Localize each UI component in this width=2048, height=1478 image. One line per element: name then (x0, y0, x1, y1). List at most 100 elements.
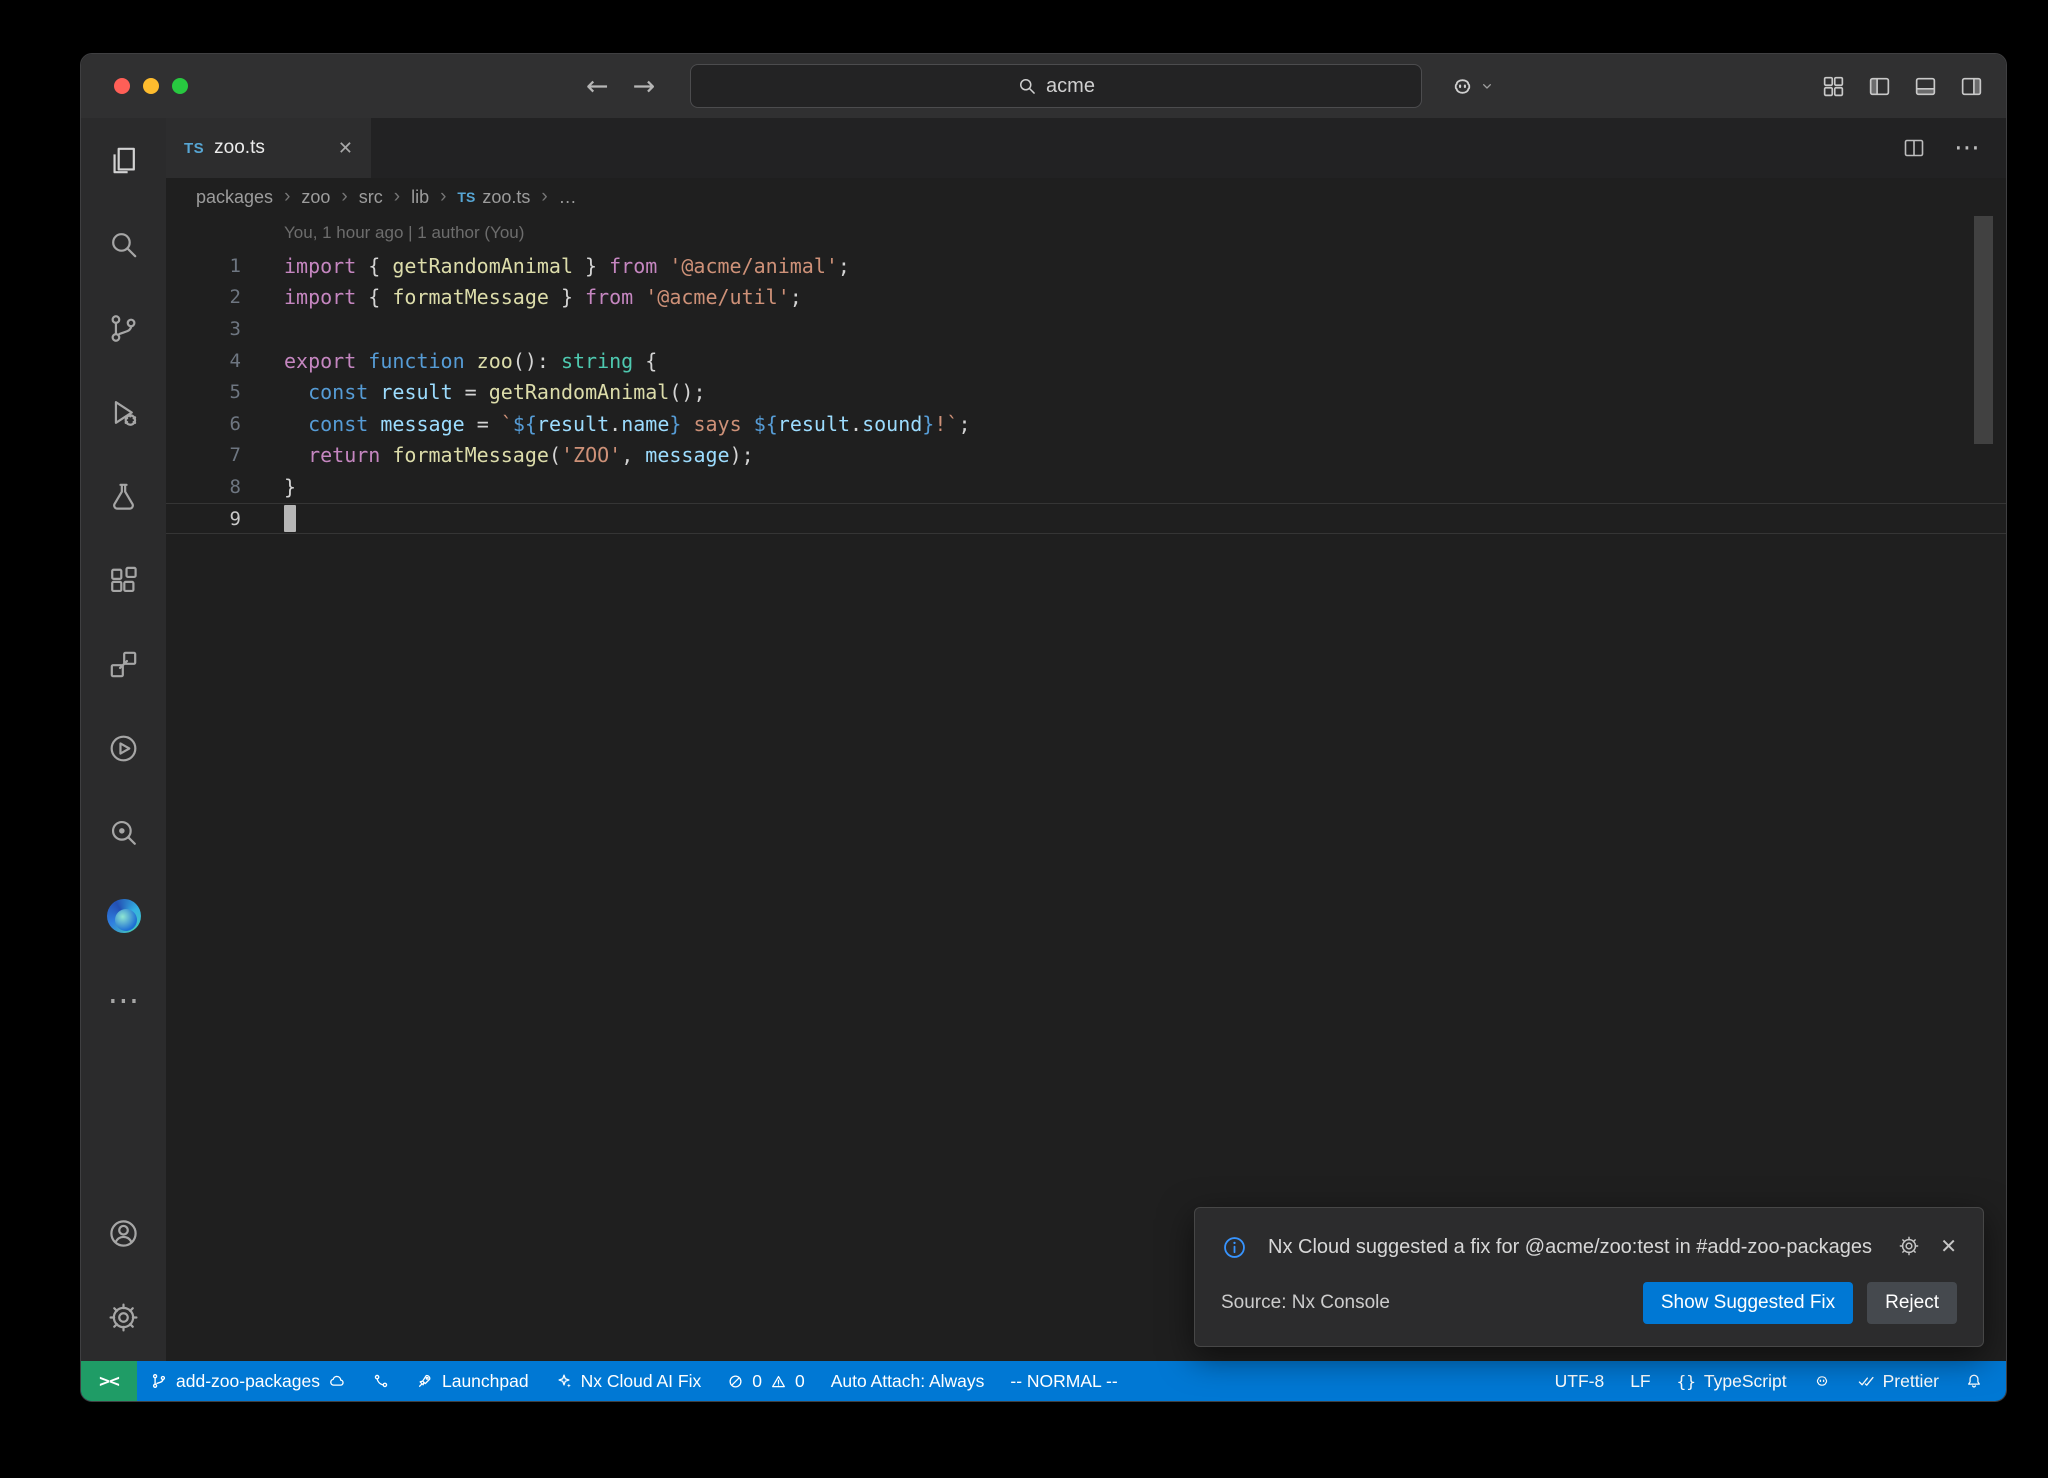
editor-scrollbar[interactable] (1974, 216, 1993, 444)
cloud-sync-icon (328, 1372, 346, 1390)
debug-icon (107, 396, 140, 429)
explorer-view-button[interactable] (81, 118, 166, 202)
forward-button[interactable]: → (633, 71, 656, 102)
breadcrumb-item-4[interactable]: TSzoo.ts (457, 187, 530, 208)
source-control-view-button[interactable] (81, 286, 166, 370)
breadcrumb-item-3[interactable]: lib (411, 187, 429, 208)
run-debug-view-button[interactable] (81, 370, 166, 454)
code-line-9[interactable]: 9 (166, 503, 2006, 535)
search-view-button[interactable] (81, 202, 166, 286)
auto-attach-status-item[interactable]: Auto Attach: Always (818, 1361, 998, 1401)
prettier-status-item[interactable]: Prettier (1844, 1361, 1952, 1401)
code-text: import { getRandomAnimal } from '@acme/a… (284, 254, 850, 278)
toggle-panel-icon[interactable] (1913, 74, 1938, 99)
back-button[interactable]: ← (586, 71, 609, 102)
editor-actions: ⋯ (1902, 118, 2006, 178)
notification-close-icon[interactable]: ✕ (1940, 1234, 1957, 1258)
code-line-5[interactable]: 5 const result = getRandomAnimal(); (166, 376, 2006, 408)
manage-button[interactable] (81, 1275, 166, 1359)
status-bar: >< add-zoo-packages Launchpad Nx Cloud A… (81, 1361, 2006, 1401)
info-icon (1221, 1234, 1248, 1261)
inspect-view-button[interactable] (81, 790, 166, 874)
code-line-4[interactable]: 4 export function zoo(): string { (166, 345, 2006, 377)
code-line-7[interactable]: 7 return formatMessage('ZOO', message); (166, 440, 2006, 472)
code-text: return formatMessage('ZOO', message); (284, 443, 754, 467)
line-number: 5 (166, 381, 241, 403)
copilot-icon (1813, 1372, 1831, 1390)
double-check-icon (1857, 1372, 1875, 1390)
testing-view-button[interactable] (81, 454, 166, 538)
close-window-button[interactable] (114, 78, 130, 94)
code-line-6[interactable]: 6 const message = `${result.name} says $… (166, 408, 2006, 440)
code-text: const message = `${result.name} says ${r… (284, 412, 970, 436)
notifications-bell-status-item[interactable] (1952, 1361, 1996, 1401)
line-number: 4 (166, 350, 241, 372)
nx-cloud-ai-fix-status-item[interactable]: Nx Cloud AI Fix (542, 1361, 715, 1401)
tab-bar: TS zoo.ts ✕ ⋯ (166, 118, 2006, 178)
customize-layout-icon[interactable] (1821, 74, 1846, 99)
command-center-search[interactable]: acme (690, 64, 1422, 108)
copilot-menu[interactable] (1449, 54, 1495, 118)
commit-graph-status-item[interactable] (359, 1361, 403, 1401)
code-text: const result = getRandomAnimal(); (284, 380, 705, 404)
search-icon (107, 228, 140, 261)
tab-zoo-ts[interactable]: TS zoo.ts ✕ (166, 118, 371, 178)
zoom-window-button[interactable] (172, 78, 188, 94)
extensions-view-button[interactable] (81, 538, 166, 622)
toggle-secondary-sidebar-icon[interactable] (1959, 74, 1984, 99)
breadcrumb-item-1[interactable]: zoo (301, 187, 330, 208)
code-line-3[interactable]: 3 (166, 313, 2006, 345)
problems-status-item[interactable]: 0 0 (714, 1361, 817, 1401)
vim-mode-status-item[interactable]: -- NORMAL -- (997, 1361, 1130, 1401)
errors-count: 0 (752, 1371, 762, 1392)
remote-indicator[interactable]: >< (81, 1361, 137, 1401)
code-text: export function zoo(): string { (284, 349, 657, 373)
code-line-1[interactable]: 1import { getRandomAnimal } from '@acme/… (166, 250, 2006, 282)
workbench: ⋯ TS zoo.ts ✕ ⋯ packages›zoo›src›lib› (81, 118, 2006, 1361)
show-suggested-fix-button[interactable]: Show Suggested Fix (1643, 1282, 1853, 1324)
nx-console-view-button[interactable] (81, 622, 166, 706)
code-lines-container: 1import { getRandomAnimal } from '@acme/… (166, 250, 2006, 534)
code-line-2[interactable]: 2import { formatMessage } from '@acme/ut… (166, 282, 2006, 314)
breadcrumb-separator: › (541, 186, 547, 208)
eol-status-item[interactable]: LF (1617, 1361, 1663, 1401)
breadcrumb-item-0[interactable]: packages (196, 187, 273, 208)
line-number: 3 (166, 318, 241, 340)
code-line-8[interactable]: 8} (166, 471, 2006, 503)
rocket-icon (416, 1372, 434, 1390)
notification-settings-gear-icon[interactable] (1898, 1235, 1920, 1257)
history-navigation: ← → (586, 71, 655, 102)
language-mode-status-item[interactable]: {} TypeScript (1664, 1361, 1800, 1401)
play-circle-icon (107, 732, 140, 765)
minimize-window-button[interactable] (143, 78, 159, 94)
title-bar: ← → acme (81, 54, 2006, 118)
window-controls (114, 54, 188, 118)
toggle-primary-sidebar-icon[interactable] (1867, 74, 1892, 99)
branch-name: add-zoo-packages (176, 1371, 320, 1392)
breadcrumb-item-5[interactable]: … (559, 187, 577, 208)
warning-icon (770, 1373, 787, 1390)
additional-views-button[interactable]: ⋯ (81, 958, 166, 1042)
split-editor-icon[interactable] (1902, 136, 1926, 160)
encoding-status-item[interactable]: UTF-8 (1542, 1361, 1618, 1401)
nx-cloud-ai-fix-label: Nx Cloud AI Fix (581, 1371, 702, 1392)
activity-bar: ⋯ (81, 118, 166, 1361)
close-tab-button[interactable]: ✕ (338, 138, 353, 159)
launchpad-status-item[interactable]: Launchpad (403, 1361, 542, 1401)
reject-button[interactable]: Reject (1867, 1282, 1957, 1324)
encoding-label: UTF-8 (1555, 1371, 1605, 1392)
eol-label: LF (1630, 1371, 1650, 1392)
more-actions-button[interactable]: ⋯ (1954, 133, 1980, 163)
git-branch-icon (150, 1372, 168, 1390)
breadcrumb-item-2[interactable]: src (359, 187, 383, 208)
accounts-button[interactable] (81, 1191, 166, 1275)
run-target-view-button[interactable] (81, 706, 166, 790)
git-branch-status-item[interactable]: add-zoo-packages (137, 1361, 359, 1401)
code-editor[interactable]: You, 1 hour ago | 1 author (You) 1import… (166, 216, 2006, 1361)
error-icon (727, 1373, 744, 1390)
line-number: 7 (166, 444, 241, 466)
copilot-status-item[interactable] (1800, 1361, 1844, 1401)
edge-tools-view-button[interactable] (81, 874, 166, 958)
language-label: TypeScript (1704, 1371, 1787, 1392)
tab-label: zoo.ts (214, 137, 265, 159)
